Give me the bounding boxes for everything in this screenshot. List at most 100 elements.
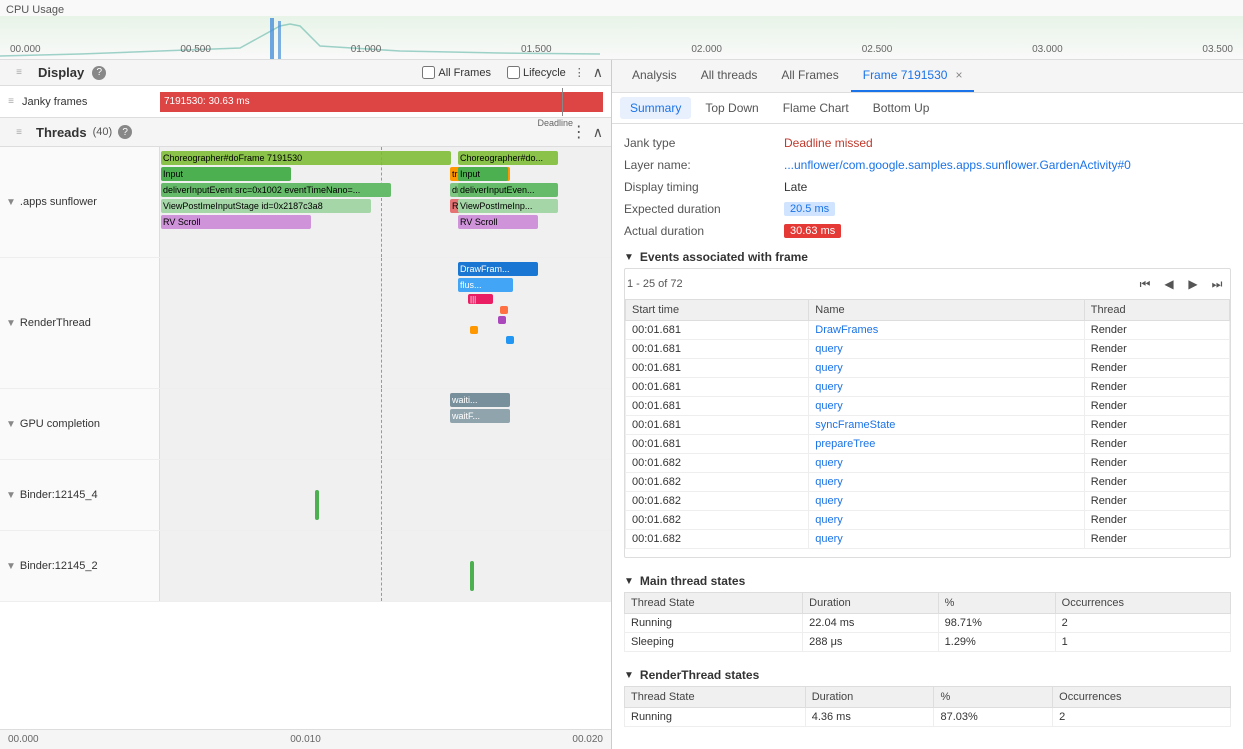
tab-all-threads[interactable]: All threads [689, 60, 770, 92]
renderthread-states-header: ▼ RenderThread states [624, 660, 1231, 686]
main-thread-states-header-row: Thread State Duration % Occurrences [625, 593, 1231, 614]
page-next-btn[interactable]: ▶ [1182, 273, 1204, 295]
flame-seg-deliver1[interactable]: deliverInputEvent src=0x1002 eventTimeNa… [161, 183, 391, 197]
flame-seg-viewpost1[interactable]: ViewPostImeInputStage id=0x2187c3a8 [161, 199, 371, 213]
flame-seg-r3[interactable] [470, 326, 478, 334]
threads-help-icon[interactable]: ? [118, 125, 132, 139]
list-item[interactable]: 00:01.681 prepareTree Render [626, 435, 1230, 454]
sub-tab-topdown[interactable]: Top Down [695, 97, 768, 119]
flame-seg-flush[interactable]: flus... [458, 278, 513, 292]
thread-content-apps-sunflower[interactable]: Choreographer#doFrame 7191530 Choreograp… [160, 147, 611, 257]
display-help-icon[interactable]: ? [92, 66, 106, 80]
flame-seg-choreographer2[interactable]: Choreographer#do... [458, 151, 558, 165]
thread-name-gpu: GPU completion [20, 418, 100, 430]
mts-col-state[interactable]: Thread State [625, 593, 803, 614]
flame-seg-drawframe[interactable]: DrawFram... [458, 262, 538, 276]
flame-seg-deliver2[interactable]: deliverInputEven... [458, 183, 558, 197]
tab-close-icon[interactable]: × [955, 68, 962, 82]
mts-col-occurrences[interactable]: Occurrences [1055, 593, 1230, 614]
layer-name-value[interactable]: ...unflower/com.google.samples.apps.sunf… [784, 158, 1231, 172]
event-name: query [809, 530, 1084, 549]
thread-content-renderthread[interactable]: DrawFram... flus... ||| [160, 258, 611, 388]
tab-frame-7191530[interactable]: Frame 7191530 × [851, 60, 975, 92]
list-item[interactable]: 00:01.682 query Render [626, 492, 1230, 511]
col-name[interactable]: Name [809, 300, 1084, 321]
table-row: ▼ RenderThread DrawFram... flus... ||| [0, 258, 611, 389]
rts-col-occurrences[interactable]: Occurrences [1053, 687, 1231, 708]
thread-expand-icon[interactable]: ▼ [6, 561, 16, 572]
rts-col-duration[interactable]: Duration [805, 687, 934, 708]
janky-bar[interactable]: 7191530: 30.63 ms Deadline [160, 92, 603, 112]
list-item[interactable]: 00:01.682 query Render [626, 530, 1230, 549]
event-name: query [809, 511, 1084, 530]
list-item[interactable]: 00:01.681 query Render [626, 359, 1230, 378]
col-start-time[interactable]: Start time [626, 300, 809, 321]
list-item[interactable]: 00:01.682 query Render [626, 473, 1230, 492]
events-toggle-icon[interactable]: ▼ [624, 252, 634, 263]
thread-expand-icon[interactable]: ▼ [6, 490, 16, 501]
rts-col-state[interactable]: Thread State [625, 687, 806, 708]
flame-seg-input1[interactable]: Input [161, 167, 291, 181]
main-thread-states-toggle-icon[interactable]: ▼ [624, 576, 634, 587]
threads-list[interactable]: ▼ .apps sunflower Choreographer#doFrame … [0, 147, 611, 729]
all-frames-checkbox-label[interactable]: All Frames [422, 66, 491, 79]
page-first-btn[interactable]: ⏮ [1134, 273, 1156, 295]
thread-expand-icon[interactable]: ▼ [6, 419, 16, 430]
mts-col-percent[interactable]: % [938, 593, 1055, 614]
flame-seg-rvscroll2[interactable]: RV Scroll [458, 215, 538, 229]
flame-seg-rvscroll1[interactable]: RV Scroll [161, 215, 311, 229]
flame-seg-waiti[interactable]: waiti... [450, 393, 510, 407]
sub-tab-summary[interactable]: Summary [620, 97, 691, 119]
threads-menu-btn[interactable]: ⋮ [571, 122, 587, 142]
mts-duration: 22.04 ms [803, 614, 938, 633]
janky-frames-label: Janky frames [22, 96, 152, 108]
flame-seg-r1[interactable] [500, 306, 508, 314]
actual-duration-row: Actual duration 30.63 ms [624, 220, 1231, 242]
all-frames-checkbox[interactable] [422, 66, 435, 79]
thread-content-binder2[interactable] [160, 531, 611, 601]
thread-content-gpu[interactable]: waiti... waitF... [160, 389, 611, 459]
flame-seg-waitf[interactable]: waitF... [450, 409, 510, 423]
collapse-display-btn[interactable]: ∧ [593, 64, 603, 81]
collapse-threads-btn[interactable]: ∧ [593, 124, 603, 141]
mts-col-duration[interactable]: Duration [803, 593, 938, 614]
thread-label-binder2[interactable]: ▼ Binder:12145_2 [0, 531, 160, 601]
thread-expand-icon[interactable]: ▼ [6, 197, 16, 208]
list-item[interactable]: 00:01.681 query Render [626, 340, 1230, 359]
list-item[interactable]: 00:01.682 query Render [626, 454, 1230, 473]
tab-all-frames[interactable]: All Frames [769, 60, 850, 92]
list-item[interactable]: 00:01.681 DrawFrames Render [626, 321, 1230, 340]
flame-seg-input2[interactable]: Input [458, 167, 508, 181]
list-item[interactable]: 00:01.681 query Render [626, 378, 1230, 397]
list-item[interactable]: 00:01.681 query Render [626, 397, 1230, 416]
thread-label-renderthread[interactable]: ▼ RenderThread [0, 258, 160, 388]
col-thread[interactable]: Thread [1084, 300, 1229, 321]
thread-label-gpu[interactable]: ▼ GPU completion [0, 389, 160, 459]
thread-label-apps-sunflower[interactable]: ▼ .apps sunflower [0, 147, 160, 257]
lifecycle-menu-btn[interactable]: ⋮ [574, 66, 585, 79]
page-prev-btn[interactable]: ◀ [1158, 273, 1180, 295]
list-item[interactable]: 00:01.681 syncFrameState Render [626, 416, 1230, 435]
flame-seg-viewpost2[interactable]: ViewPostImeInp... [458, 199, 558, 213]
sub-tab-flamechart[interactable]: Flame Chart [773, 97, 859, 119]
flame-seg-binder2-tick[interactable] [470, 561, 474, 591]
flame-seg-r2[interactable] [498, 316, 506, 324]
thread-label-binder4[interactable]: ▼ Binder:12145_4 [0, 460, 160, 530]
main-thread-states-title: Main thread states [640, 574, 745, 588]
lifecycle-checkbox[interactable] [507, 66, 520, 79]
thread-content-binder4[interactable] [160, 460, 611, 530]
lifecycle-checkbox-label[interactable]: Lifecycle [507, 66, 566, 79]
thread-name-binder2: Binder:12145_2 [20, 560, 98, 572]
flame-seg-choreographer[interactable]: Choreographer#doFrame 7191530 [161, 151, 451, 165]
flame-seg-r4[interactable] [506, 336, 514, 344]
flame-seg-bars[interactable]: ||| [468, 294, 493, 304]
tab-analysis[interactable]: Analysis [620, 60, 689, 92]
rts-col-percent[interactable]: % [934, 687, 1053, 708]
flame-seg-binder4-tick[interactable] [315, 490, 319, 520]
renderthread-states-toggle-icon[interactable]: ▼ [624, 670, 634, 681]
page-last-btn[interactable]: ⏭ [1206, 273, 1228, 295]
sub-tab-bottomup[interactable]: Bottom Up [863, 97, 940, 119]
thread-expand-icon[interactable]: ▼ [6, 318, 16, 329]
list-item[interactable]: 00:01.682 query Render [626, 511, 1230, 530]
deadline-vline [381, 531, 382, 601]
